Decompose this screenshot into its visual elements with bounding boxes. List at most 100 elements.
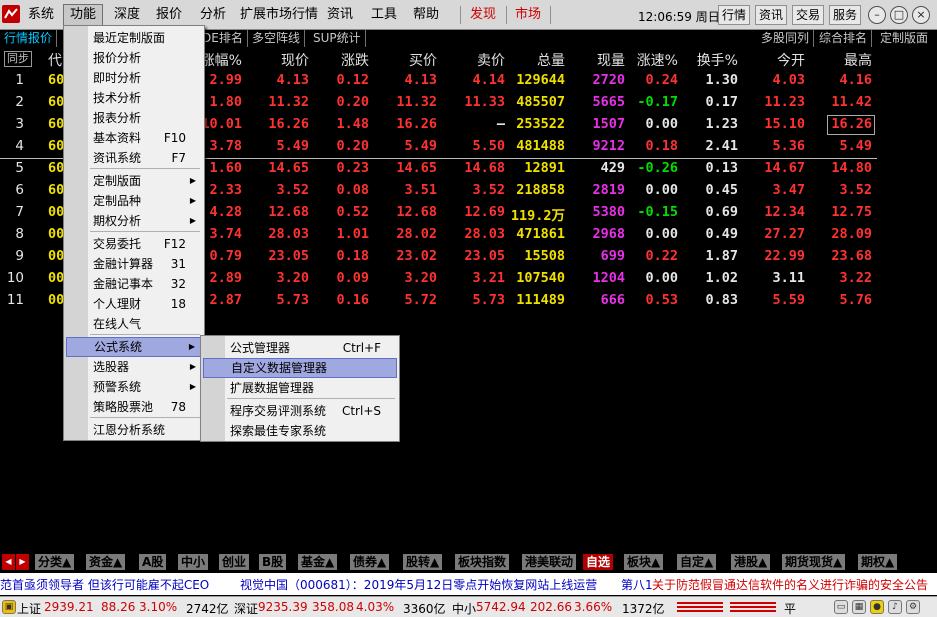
coin-icon[interactable]: ● [870, 600, 884, 614]
menu-item-stock-screener[interactable]: 选股器 ▶ [66, 357, 202, 377]
bottom-tab-custom[interactable]: 自定▲ [677, 554, 717, 570]
tab-multi-stock[interactable]: 多股同列 [757, 30, 815, 47]
minimize-icon[interactable]: – [868, 6, 886, 24]
sync-button[interactable]: 同步 [4, 51, 32, 67]
maximize-icon[interactable]: □ [890, 6, 908, 24]
col-turnover[interactable]: 换手% [697, 50, 738, 70]
tab-sup-stats[interactable]: SUP统计 [309, 30, 366, 47]
col-open[interactable]: 今开 [777, 50, 805, 70]
close-icon[interactable]: × [912, 6, 930, 24]
tab-long-short[interactable]: 多空阵线 [248, 30, 306, 47]
service-button[interactable]: 服务 [829, 5, 862, 25]
index-icon[interactable]: ▣ [2, 600, 16, 614]
bottom-tab-category[interactable]: 分类▲ [35, 554, 75, 570]
bottom-tab-hk-stocks[interactable]: 港股▲ [731, 554, 771, 570]
menu-news[interactable]: 资讯 [321, 5, 359, 25]
bottom-tab-sector-index[interactable]: 板块指数 [455, 554, 510, 570]
bottom-tab-chinext[interactable]: 创业 [219, 554, 250, 570]
trade-button[interactable]: 交易 [792, 5, 825, 25]
menu-item-online-popularity[interactable]: 在线人气 [66, 314, 202, 334]
cell-ask: 3.21 [472, 270, 505, 286]
menu-item-shortcut: 32 [170, 277, 186, 291]
menu-item-strategy-pool[interactable]: 策略股票池 78 [66, 397, 202, 417]
scroll-right-icon[interactable]: ▶ [16, 554, 29, 570]
menu-item-personal-finance[interactable]: 个人理财 18 [66, 294, 202, 314]
tab-quote-list[interactable]: 行情报价 [0, 30, 58, 47]
menu-item-basic-info[interactable]: 基本资料 F10 [66, 128, 202, 148]
sound-icon[interactable]: ♪ [888, 600, 902, 614]
col-bid[interactable]: 买价 [409, 50, 437, 70]
menu-item-realtime-analysis[interactable]: 即时分析 [66, 68, 202, 88]
menu-discover[interactable]: 发现 [464, 5, 502, 25]
menu-item-trade-order[interactable]: 交易委托 F12 [66, 234, 202, 254]
bottom-tab-fund[interactable]: 基金▲ [298, 554, 338, 570]
menu-item-finance-calculator[interactable]: 金融计算器 31 [66, 254, 202, 274]
layout-icon[interactable]: ▦ [852, 600, 866, 614]
menu-item-formula-system[interactable]: 公式系统 ▶ [66, 337, 202, 357]
menu-item-recent-layout[interactable]: 最近定制版面 [66, 28, 202, 48]
cell-speed: 0.00 [645, 270, 678, 286]
col-ask[interactable]: 卖价 [477, 50, 505, 70]
menu-extended-market[interactable]: 扩展市场行情 [234, 5, 324, 25]
menu-item-custom-data-manager[interactable]: 自定义数据管理器 [203, 358, 397, 378]
menu-item-gann-analysis[interactable]: 江恩分析系统 [66, 420, 202, 440]
bottom-tab-options[interactable]: 期权▲ [858, 554, 898, 570]
menu-item-extended-data-manager[interactable]: 扩展数据管理器 [203, 378, 397, 398]
bottom-tab-bond[interactable]: 债券▲ [350, 554, 390, 570]
col-volume[interactable]: 总量 [537, 50, 565, 70]
menu-system[interactable]: 系统 [22, 5, 60, 25]
menu-depth[interactable]: 深度 [108, 5, 146, 25]
bottom-tab-b-shares[interactable]: B股 [259, 554, 287, 570]
menu-item-news-system[interactable]: 资讯系统 F7 [66, 148, 202, 168]
col-price[interactable]: 现价 [281, 50, 309, 70]
sme-index-amount: 1372亿 [622, 602, 665, 616]
col-change-pct[interactable]: 涨幅% [201, 50, 242, 70]
col-high[interactable]: 最高 [844, 50, 872, 70]
settings-icon[interactable]: ⚙ [906, 600, 920, 614]
bottom-tab-futures[interactable]: 期货现货▲ [782, 554, 846, 570]
quote-button[interactable]: 行情 [718, 5, 751, 25]
menu-item-formula-manager[interactable]: 公式管理器 Ctrl+F [203, 338, 397, 358]
menu-help[interactable]: 帮助 [407, 5, 445, 25]
col-speed[interactable]: 涨速% [637, 50, 678, 70]
menu-item-finance-notebook[interactable]: 金融记事本 32 [66, 274, 202, 294]
cell-bid: 5.72 [404, 292, 437, 308]
col-change[interactable]: 涨跌 [341, 50, 369, 70]
cell-current-volume: 2720 [592, 72, 625, 88]
menu-item-option-analysis[interactable]: 期权分析 ▶ [66, 211, 202, 231]
news-button[interactable]: 资讯 [755, 5, 788, 25]
ticker-news-middle[interactable]: 视觉中国（000681）：2019年5月12日零点开始恢复网站上线运营 [240, 576, 597, 593]
bottom-tab-a-shares[interactable]: A股 [139, 554, 167, 570]
menu-quote[interactable]: 报价 [150, 5, 188, 25]
bottom-tab-hk-us[interactable]: 港美联动 [522, 554, 577, 570]
ticker-news-left[interactable]: 范首亟须领导者 但该行可能雇不起CEO [0, 576, 209, 593]
menu-function[interactable]: 功能 [63, 4, 104, 26]
tab-composite-ranking[interactable]: 综合排名 [815, 30, 873, 47]
menu-item-program-trading-test[interactable]: 程序交易评测系统 Ctrl+S [203, 401, 397, 421]
tab-custom-layout[interactable]: 定制版面 [876, 30, 932, 47]
bottom-tab-sme[interactable]: 中小 [178, 554, 209, 570]
market-category-tabs: ◀ ▶ 分类▲ 资金▲ A股 中小 创业 B股 基金▲ 债券▲ 股转▲ 板块指数 港美联动 自选 板块▲… [0, 553, 937, 571]
window-icon[interactable]: ▭ [834, 600, 848, 614]
bottom-tab-funds[interactable]: 资金▲ [86, 554, 126, 570]
function-menu: 最近定制版面 报价分析 即时分析 技术分析 报表分析 基本资料 F10 资讯系统 F7 定制版面 ▶… [63, 25, 205, 441]
scroll-left-icon[interactable]: ◀ [2, 554, 15, 570]
menu-item-custom-variety[interactable]: 定制品种 ▶ [66, 191, 202, 211]
menu-item-expert-system[interactable]: 探索最佳专家系统 [203, 421, 397, 441]
menu-analysis[interactable]: 分析 [194, 5, 232, 25]
menu-tools[interactable]: 工具 [365, 5, 403, 25]
bottom-tab-neeq[interactable]: 股转▲ [403, 554, 443, 570]
menu-item-alert-system[interactable]: 预警系统 ▶ [66, 377, 202, 397]
menu-market[interactable]: 市场 [509, 5, 547, 25]
menu-item-custom-layout[interactable]: 定制版面 ▶ [66, 171, 202, 191]
ticker-news-right[interactable]: 关于防范假冒通达信软件的名义进行诈骗的安全公告 [652, 576, 928, 593]
cell-bid: 4.13 [404, 72, 437, 88]
menu-item-technical-analysis[interactable]: 技术分析 [66, 88, 202, 108]
menu-item-quote-analysis[interactable]: 报价分析 [66, 48, 202, 68]
bottom-tab-watchlist[interactable]: 自选 [583, 554, 614, 570]
menu-item-report-analysis[interactable]: 报表分析 [66, 108, 202, 128]
col-code[interactable]: 代 [48, 50, 62, 70]
tab-de-ranking[interactable]: DE排名 [198, 30, 248, 47]
bottom-tab-sector[interactable]: 板块▲ [624, 554, 664, 570]
col-current-volume[interactable]: 现量 [597, 50, 625, 70]
